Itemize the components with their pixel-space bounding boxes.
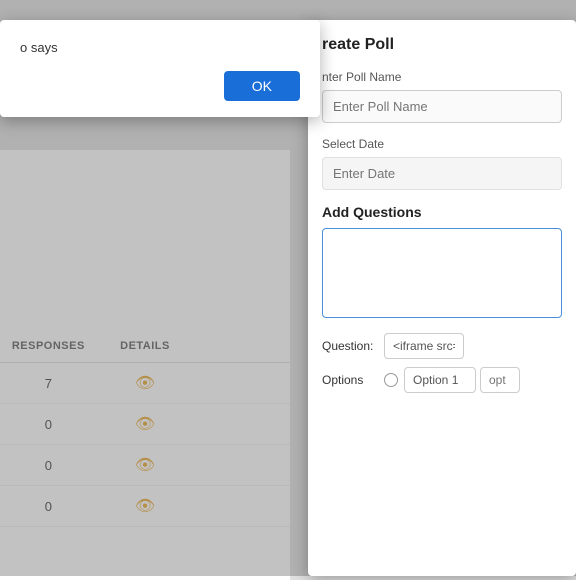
alert-dialog: o says OK <box>0 20 320 117</box>
question-value-input[interactable] <box>384 333 464 359</box>
date-input[interactable] <box>322 157 562 190</box>
alert-label: o says <box>20 40 300 55</box>
options-label: Options <box>322 373 384 387</box>
poll-name-label: nter Poll Name <box>322 70 562 84</box>
poll-name-input[interactable] <box>322 90 562 123</box>
alert-ok-button[interactable]: OK <box>224 71 300 101</box>
create-poll-panel: reate Poll nter Poll Name Select Date Ad… <box>308 20 576 576</box>
option1-input[interactable] <box>404 367 476 393</box>
option2-input[interactable] <box>480 367 520 393</box>
panel-title: reate Poll <box>322 36 562 54</box>
options-row: Options <box>322 367 562 393</box>
date-label: Select Date <box>322 137 562 151</box>
question-textarea[interactable] <box>322 228 562 318</box>
option-radio-1[interactable] <box>384 373 398 387</box>
add-questions-label: Add Questions <box>322 204 562 220</box>
question-label: Question: <box>322 339 384 353</box>
question-row: Question: <box>322 333 562 359</box>
